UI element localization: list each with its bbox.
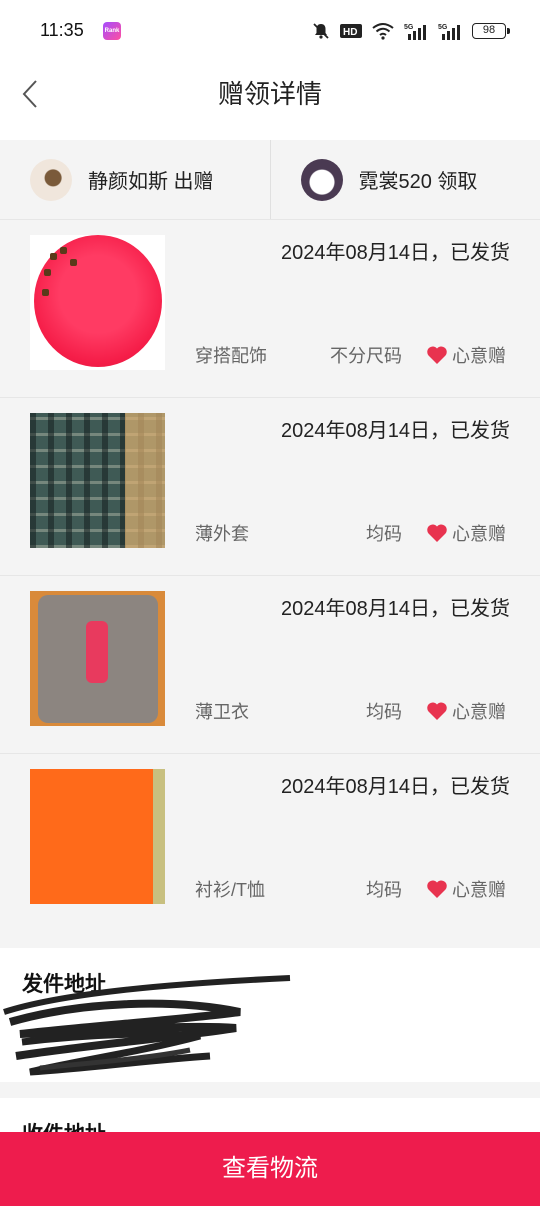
item-photo (30, 769, 165, 904)
receiver-avatar (300, 158, 343, 201)
item-type-label: 心意赠 (452, 524, 506, 544)
item-size: 均码 (366, 880, 402, 900)
mute-bell-icon (313, 23, 329, 39)
wifi-icon (372, 23, 394, 40)
receiver-label: 霓裳520 领取 (358, 171, 478, 193)
status-bar: 11:35 Rank HD 5G 5G 98 (0, 0, 540, 62)
item-size: 不分尺码 (330, 346, 402, 366)
svg-text:5G: 5G (438, 24, 448, 31)
page-title: 赠领详情 (217, 79, 322, 109)
giver-label: 静颜如斯 出赠 (88, 171, 214, 193)
hd-icon: HD (340, 24, 362, 38)
view-logistics-button[interactable]: 查看物流 (0, 1132, 540, 1206)
item-list: 2024年08月14日，已发货 穿搭配饰 不分尺码 心意赠 2024年08月14… (0, 220, 540, 949)
list-item[interactable]: 2024年08月14日，已发货 穿搭配饰 不分尺码 心意赠 (0, 220, 540, 398)
giver-avatar (30, 158, 72, 201)
item-type: 心意赠 (426, 698, 506, 724)
signal-5g-icon-2: 5G (438, 24, 460, 40)
sender-address-section: 发件地址 (0, 948, 540, 1082)
signal-5g-icon: 5G (404, 24, 426, 40)
item-category: 薄卫衣 (195, 702, 249, 722)
heart-icon (427, 346, 447, 364)
item-category: 穿搭配饰 (195, 346, 267, 366)
item-type-label: 心意赠 (452, 702, 506, 722)
giver-receiver-row: 静颜如斯 出赠 霓裳520 领取 (0, 140, 540, 220)
item-type: 心意赠 (426, 876, 506, 902)
item-type: 心意赠 (426, 342, 506, 368)
item-size: 均码 (366, 524, 402, 544)
list-item[interactable]: 2024年08月14日，已发货 薄卫衣 均码 心意赠 (0, 576, 540, 754)
item-category: 衬衫/T恤 (195, 880, 265, 900)
redaction-scribble (3, 975, 291, 1076)
heart-icon (427, 880, 447, 898)
item-type-label: 心意赠 (452, 346, 506, 366)
item-date-status: 2024年08月14日，已发货 (281, 598, 510, 620)
receiver[interactable]: 霓裳520 领取 (269, 140, 540, 219)
item-size: 均码 (366, 702, 402, 722)
item-type: 心意赠 (426, 520, 506, 546)
item-photo (30, 235, 165, 370)
svg-text:5G: 5G (404, 24, 414, 31)
item-photo (30, 591, 165, 726)
list-item[interactable]: 2024年08月14日，已发货 薄外套 均码 心意赠 (0, 398, 540, 576)
item-date-status: 2024年08月14日，已发货 (281, 420, 510, 442)
item-date-status: 2024年08月14日，已发货 (281, 776, 510, 798)
header: 赠领详情 (0, 62, 540, 140)
heart-icon (427, 524, 447, 542)
svg-text:HD: HD (343, 27, 357, 38)
item-photo (30, 413, 165, 548)
list-item[interactable]: 2024年08月14日，已发货 衬衫/T恤 均码 心意赠 (0, 754, 540, 949)
battery-icon: 98 (472, 23, 510, 39)
status-time: 11:35 (40, 20, 84, 40)
item-date-status: 2024年08月14日，已发货 (281, 242, 510, 264)
heart-icon (427, 702, 447, 720)
item-category: 薄外套 (195, 524, 249, 544)
giver[interactable]: 静颜如斯 出赠 (0, 140, 270, 219)
app-notification-icon: Rank (103, 22, 121, 40)
status-icons: HD 5G 5G 98 (312, 19, 510, 43)
item-type-label: 心意赠 (452, 880, 506, 900)
